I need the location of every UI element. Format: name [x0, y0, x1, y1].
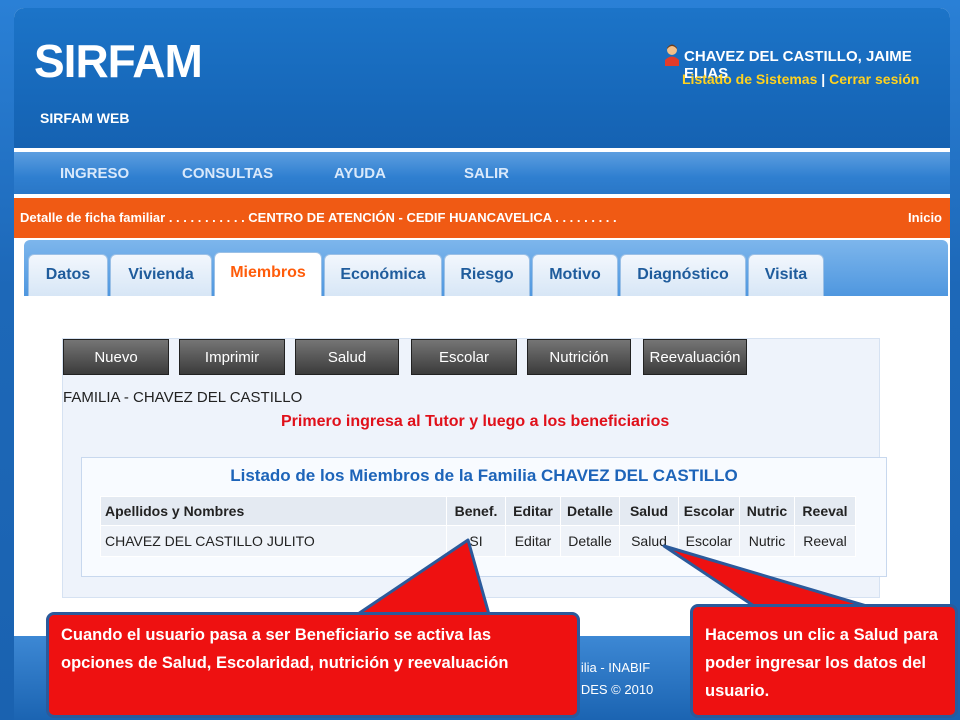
logout-link[interactable]: Cerrar sesión: [829, 71, 919, 87]
tab-miembros[interactable]: Miembros: [214, 252, 322, 296]
salud-button[interactable]: Salud: [295, 339, 399, 375]
tab-vivienda[interactable]: Vivienda: [110, 254, 212, 296]
menu-item-salir[interactable]: SALIR: [464, 165, 509, 182]
table-row: CHAVEZ DEL CASTILLO JULITO SI Editar Det…: [100, 525, 856, 557]
footer-line-2: MDES © 2010: [570, 682, 654, 697]
salud-callout: Hacemos un clic a Salud para poder ingre…: [690, 604, 958, 718]
tab-visita[interactable]: Visita: [748, 254, 824, 296]
col-escolar: Escolar: [678, 496, 740, 526]
escolar-button[interactable]: Escolar: [411, 339, 517, 375]
tab-diagnostico[interactable]: Diagnóstico: [620, 254, 746, 296]
cell-detalle-link[interactable]: Detalle: [560, 525, 620, 557]
cell-name: CHAVEZ DEL CASTILLO JULITO: [100, 525, 447, 557]
tab-economica[interactable]: Económica: [324, 254, 442, 296]
breadcrumb: Detalle de ficha familiar . . . . . . . …: [20, 210, 617, 225]
family-label: FAMILIA - CHAVEZ DEL CASTILLO: [63, 389, 303, 406]
cell-reeval-link[interactable]: Reeval: [794, 525, 856, 557]
reevaluacion-button[interactable]: Reevaluación: [643, 339, 747, 375]
app-subtitle: SIRFAM WEB: [40, 110, 130, 126]
tab-riesgo[interactable]: Riesgo: [444, 254, 530, 296]
cell-nutric-link[interactable]: Nutric: [739, 525, 795, 557]
cell-editar-link[interactable]: Editar: [505, 525, 561, 557]
footer-line-1: milia - INABIF: [570, 660, 651, 675]
nutricion-button[interactable]: Nutrición: [527, 339, 631, 375]
menu-item-ingreso[interactable]: INGRESO: [60, 165, 129, 182]
warning-message: Primero ingresa al Tutor y luego a los b…: [281, 413, 670, 430]
nuevo-button[interactable]: Nuevo: [63, 339, 169, 375]
col-reeval: Reeval: [794, 496, 856, 526]
cell-salud-link[interactable]: Salud: [619, 525, 679, 557]
tab-datos[interactable]: Datos: [28, 254, 108, 296]
breadcrumb-bar: Detalle de ficha familiar . . . . . . . …: [14, 198, 950, 238]
cell-benef: SI: [446, 525, 506, 557]
col-editar: Editar: [505, 496, 561, 526]
imprimir-button[interactable]: Imprimir: [179, 339, 285, 375]
systems-list-link[interactable]: Listado de Sistemas: [682, 71, 817, 87]
header: SIRFAM SIRFAM WEB CHAVEZ DEL CASTILLO, J…: [14, 8, 950, 148]
col-apellidos: Apellidos y Nombres: [100, 496, 447, 526]
user-links: Listado de Sistemas | Cerrar sesión: [682, 71, 919, 87]
col-benef: Benef.: [446, 496, 506, 526]
tab-bar: Datos Vivienda Miembros Económica Riesgo…: [24, 240, 948, 296]
list-title: Listado de los Miembros de la Familia CH…: [230, 466, 738, 485]
home-link[interactable]: Inicio: [908, 210, 942, 225]
menu-item-consultas[interactable]: CONSULTAS: [182, 165, 273, 182]
link-separator: |: [821, 71, 826, 87]
menu-item-ayuda[interactable]: AYUDA: [334, 165, 386, 182]
members-list: Listado de los Miembros de la Familia CH…: [81, 457, 887, 577]
col-nutric: Nutric: [739, 496, 795, 526]
col-salud: Salud: [619, 496, 679, 526]
table-header-row: Apellidos y Nombres Benef. Editar Detall…: [100, 496, 856, 526]
col-detalle: Detalle: [560, 496, 620, 526]
beneficiary-callout: Cuando el usuario pasa a ser Beneficiari…: [46, 612, 580, 718]
content-area: Nuevo Imprimir Salud Escolar Nutrición R…: [24, 296, 948, 636]
app-logo: SIRFAM: [34, 35, 203, 87]
cell-escolar-link[interactable]: Escolar: [678, 525, 740, 557]
tab-motivo[interactable]: Motivo: [532, 254, 618, 296]
user-icon: [665, 44, 679, 66]
main-menu: INGRESO CONSULTAS AYUDA SALIR: [14, 152, 950, 194]
members-table: Apellidos y Nombres Benef. Editar Detall…: [100, 496, 856, 557]
members-panel: Nuevo Imprimir Salud Escolar Nutrición R…: [62, 338, 887, 598]
